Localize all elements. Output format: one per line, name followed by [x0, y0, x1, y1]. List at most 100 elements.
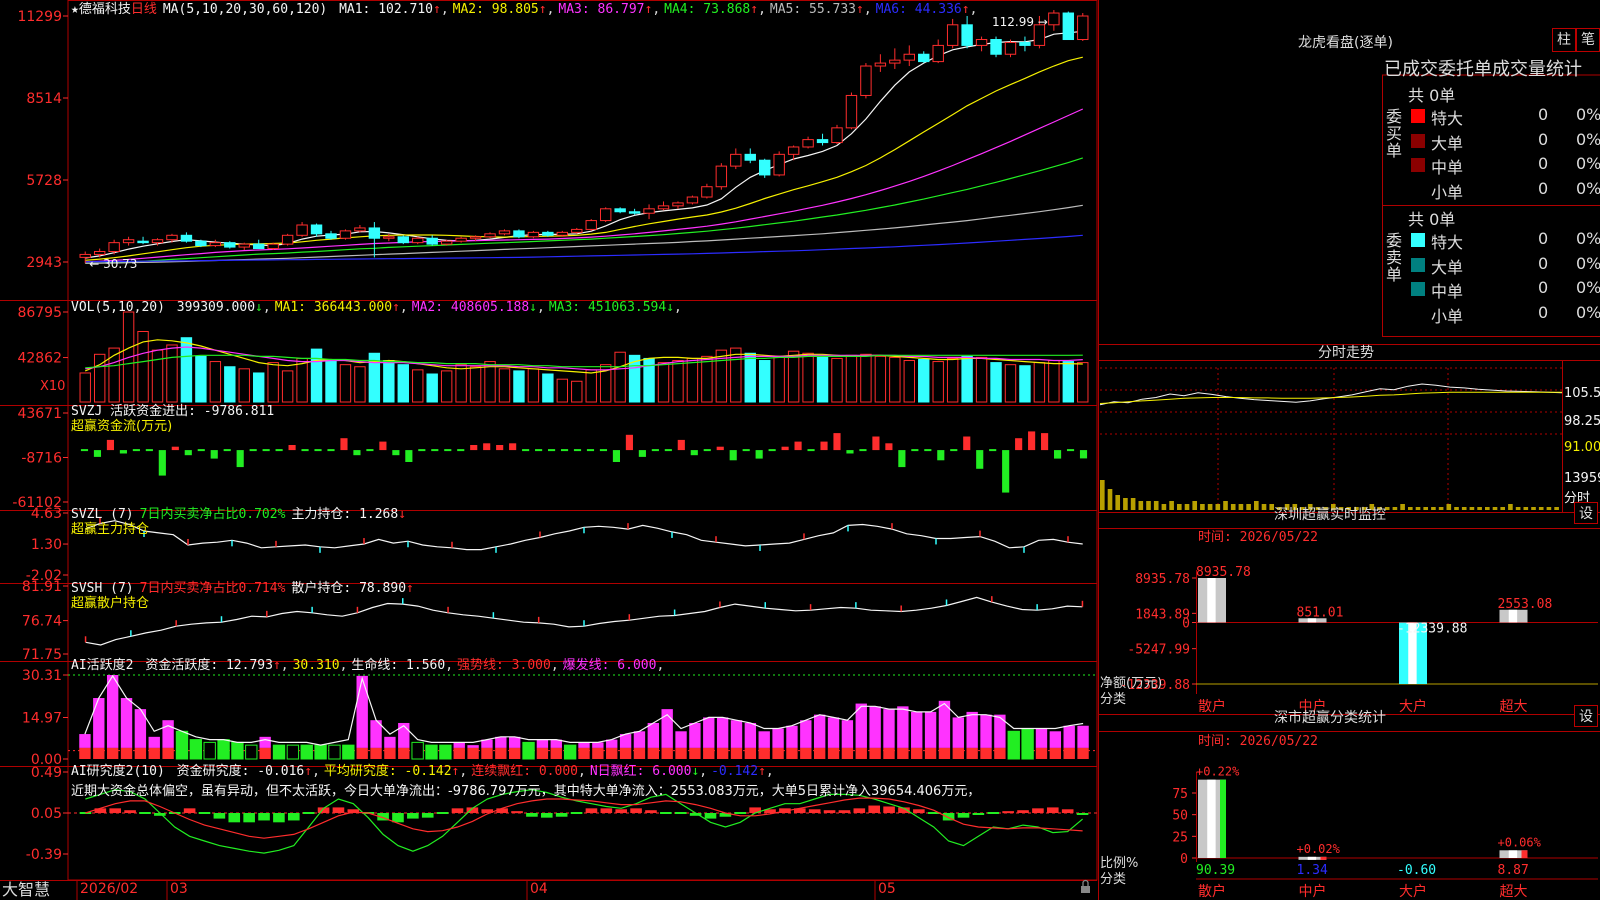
research-bar: [913, 809, 925, 813]
active-bar-green: [272, 744, 286, 760]
y-tick-label: 71.75: [22, 647, 62, 663]
fund-flow-bar: [794, 441, 802, 451]
volume-bar: [484, 361, 496, 403]
active-bar-bottom: [93, 747, 105, 759]
fund-flow-bar: [612, 450, 621, 462]
intraday-volume-bar: [1161, 504, 1167, 510]
volume-bar: [946, 357, 959, 403]
active-bar-bottom: [924, 747, 937, 759]
research-bar: [1002, 811, 1014, 814]
candle: [368, 227, 381, 239]
active-bar-green: [203, 741, 216, 760]
fund-flow-bar: [197, 449, 205, 452]
active-bar-bottom: [550, 747, 562, 759]
indicator-value: N日飘红: 6.000: [590, 763, 692, 779]
sz-class-settings-button[interactable]: 设: [1574, 705, 1598, 727]
order-type-label: 大单: [1431, 257, 1464, 277]
candle: [1048, 12, 1060, 26]
research-bar: [660, 812, 672, 814]
active-bar-green: [563, 744, 577, 760]
active-bar-green: [1007, 730, 1020, 760]
volume-bar: [744, 352, 756, 403]
order-color-swatch: [1411, 158, 1425, 172]
y-tick-label: 25: [1172, 830, 1188, 845]
main-header: ★德福科技日线 MA(5,10,20,30,60,120) MA1: 102.71…: [71, 2, 977, 17]
candle: [426, 237, 438, 245]
kline-chart-area[interactable]: 11299851457282943867954286243671-8716-61…: [0, 0, 1098, 900]
research-bar: [407, 813, 419, 819]
candle: [195, 240, 207, 247]
active-bar-top: [924, 711, 937, 748]
volume-bar: [253, 372, 265, 403]
candle: [412, 237, 424, 244]
fund-flow-bar: [560, 449, 569, 452]
candle: [701, 186, 713, 198]
fund-flow-bar: [963, 436, 971, 451]
fund-flow-bar: [236, 450, 244, 468]
order-pct: 0%: [1576, 278, 1600, 297]
active-bar-top: [689, 722, 701, 748]
intraday-volume-bar: [1230, 504, 1236, 510]
fund-flow-bar: [119, 450, 127, 454]
active-bar-bottom: [106, 747, 119, 759]
intraday-volume-bar: [1408, 507, 1413, 510]
active-bar-top: [259, 736, 271, 748]
volume-bar: [845, 354, 858, 403]
intraday-volume-bar: [1107, 489, 1113, 510]
volume-bar: [224, 366, 236, 403]
active-bar-top: [148, 736, 160, 748]
research-bar: [302, 812, 315, 814]
volume-bar: [1004, 364, 1017, 403]
y-tick-label: -5247.99: [1127, 643, 1190, 658]
intraday-volume-bar: [1207, 504, 1213, 510]
bar-mode-button[interactable]: 柱: [1552, 28, 1576, 52]
candle: [773, 153, 785, 176]
candle: [831, 127, 843, 144]
research-bar: [585, 808, 598, 813]
sz-class-value-label: 1.34: [1297, 863, 1328, 878]
fund-flow-bar: [223, 449, 231, 452]
volume-bar: [918, 358, 930, 403]
active-bar-bottom: [938, 747, 951, 759]
low-price-label: ← 30.73: [89, 257, 137, 271]
candle: [932, 44, 944, 63]
order-type-label: 特大: [1431, 109, 1464, 128]
separator: ,: [441, 2, 449, 17]
candle: [571, 228, 583, 233]
active-bar-bottom: [79, 747, 91, 759]
volume-bar: [195, 355, 207, 403]
intraday-title: 分时走势: [1318, 345, 1374, 361]
intraday-volume-bar: [1423, 507, 1429, 510]
volume-bar: [325, 360, 337, 403]
pen-mode-button[interactable]: 笔: [1576, 28, 1600, 52]
intraday-volume-bar: [1492, 507, 1498, 510]
volume-bar: [1019, 365, 1031, 403]
fund-flow-bar: [509, 443, 517, 451]
research-bar: [540, 813, 553, 818]
candle: [137, 240, 149, 244]
y-tick-label: 8935.78: [1135, 572, 1190, 587]
active-bar-top: [162, 720, 174, 748]
fund-flow-bar: [145, 449, 153, 452]
intraday-volume-bar: [1261, 504, 1267, 510]
research-bar: [1032, 808, 1044, 813]
intraday-volume-bar: [1546, 507, 1552, 510]
active-bar-top: [578, 742, 590, 748]
fund-flow-bar: [496, 444, 504, 451]
fund-flow-bar: [911, 449, 919, 452]
indicator-arrow: ↑: [750, 2, 758, 17]
active-bar-green: [189, 739, 203, 760]
sz-class-value-label: 90.39: [1196, 863, 1235, 878]
active-bar-bottom: [786, 747, 798, 759]
research-bar: [674, 812, 687, 814]
intraday-volume-bar: [1146, 501, 1151, 510]
active-bar-bottom: [980, 747, 992, 759]
active-bar-bottom: [356, 747, 368, 759]
active-bar-bottom: [509, 747, 521, 759]
active-bar-bottom: [633, 747, 646, 759]
fund-flow-bar: [132, 449, 140, 452]
sz-monitor-settings-button[interactable]: 设: [1574, 502, 1598, 524]
candle: [166, 234, 178, 241]
y-tick-label: 30.31: [22, 668, 62, 684]
order-count: 0: [1538, 253, 1549, 273]
